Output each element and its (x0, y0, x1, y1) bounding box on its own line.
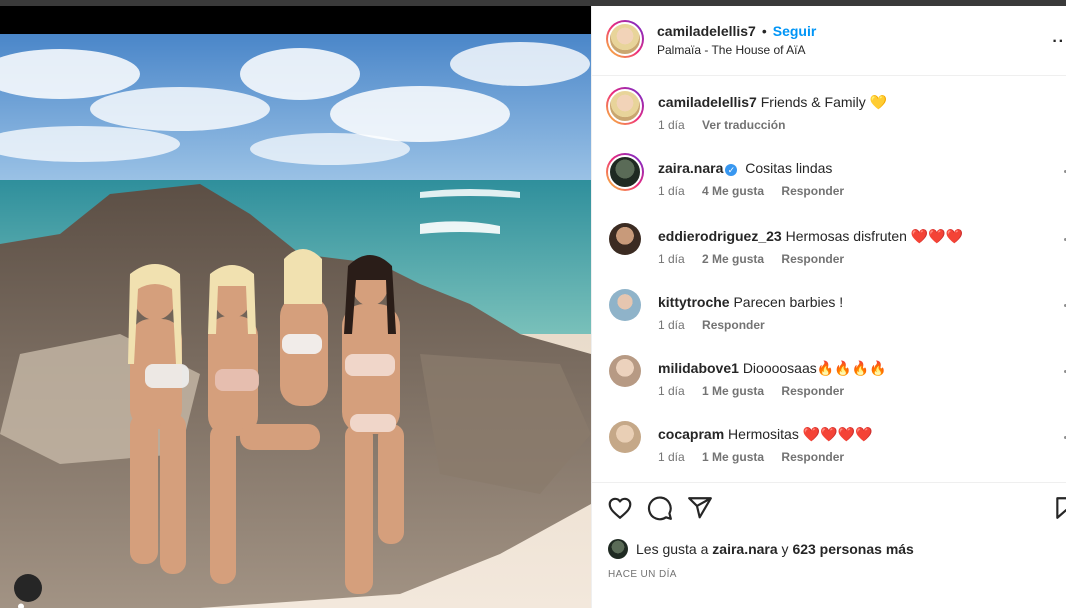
user-icon (18, 603, 24, 608)
likes-prefix: Les gusta a (636, 541, 709, 557)
comment-username[interactable]: kittytroche (658, 294, 730, 310)
post-details-panel: camiladelellis7 • Seguir Palmaïa - The Hou… (591, 6, 1066, 608)
caption-time[interactable]: 1 día (658, 118, 685, 132)
reply-button[interactable]: Responder (781, 450, 844, 464)
like-button[interactable] (607, 495, 635, 523)
comment-time[interactable]: 1 día (658, 252, 685, 266)
comment-item: eddierodriguez_23 Hermosas disfruten ❤️❤… (592, 221, 1066, 277)
comment-likes[interactable]: 4 Me gusta (702, 184, 764, 198)
comment-time[interactable]: 1 día (658, 184, 685, 198)
comment-username[interactable]: milidabove1 (658, 360, 739, 376)
comment-username[interactable]: cocapram (658, 426, 724, 442)
comment-avatar[interactable] (609, 421, 641, 453)
comments-list: camiladelellis7 Friends & Family 💛 1 día… (592, 77, 1066, 481)
comment-item: milidabove1 Dioooosaas🔥🔥🔥🔥 1 día 1 Me gu… (592, 353, 1066, 409)
comment-text: Hermositas (728, 426, 799, 442)
bookmark-icon (1056, 497, 1066, 519)
reply-button[interactable]: Responder (781, 184, 844, 198)
comment-avatar[interactable] (609, 223, 641, 255)
beach-photo-illustration (0, 34, 591, 608)
comment-likes[interactable]: 2 Me gusta (702, 252, 764, 266)
post-photo[interactable] (0, 6, 591, 608)
likes-summary[interactable]: Les gusta a zaira.nara y 623 personas má… (608, 539, 914, 559)
comment-item: kittytroche Parecen barbies ! 1 día Resp… (592, 287, 1066, 343)
comment-emoji: 🔥🔥🔥🔥 (816, 360, 887, 376)
likes-others[interactable]: 623 personas más (792, 541, 913, 557)
comment-likes[interactable]: 1 Me gusta (702, 384, 764, 398)
comment-item: zaira.nara ✓ Cositas lindas 1 día 4 Me gu… (592, 153, 1066, 209)
comment-text: Hermosas disfruten (785, 228, 907, 244)
caption-item: camiladelellis7 Friends & Family 💛 1 día… (592, 87, 1066, 147)
save-button[interactable] (1053, 495, 1066, 523)
follow-button[interactable]: Seguir (773, 23, 817, 39)
share-button[interactable] (687, 495, 715, 523)
comment-username[interactable]: eddierodriguez_23 (658, 228, 782, 244)
comment-avatar[interactable] (606, 153, 644, 191)
comment-emoji: ❤️❤️❤️ (910, 228, 964, 244)
post-location[interactable]: Palmaïa - The House of AïA (657, 43, 806, 57)
comment-emoji: ❤️❤️❤️❤️ (802, 426, 873, 442)
liker-username[interactable]: zaira.nara (712, 541, 777, 557)
header-separator: • (761, 23, 767, 39)
comment-avatar[interactable] (609, 355, 641, 387)
reply-button[interactable]: Responder (781, 252, 844, 266)
comment-avatar[interactable] (609, 289, 641, 321)
post-actions: Les gusta a zaira.nara y 623 personas má… (592, 482, 1066, 608)
liker-avatar (608, 539, 628, 559)
post-header: camiladelellis7 • Seguir Palmaïa - The Hou… (592, 6, 1066, 76)
caption-username[interactable]: camiladelellis7 (658, 94, 757, 110)
comment-likes[interactable]: 1 Me gusta (702, 450, 764, 464)
tagged-users-button[interactable] (14, 574, 42, 608)
reply-button[interactable]: Responder (702, 318, 765, 332)
verified-badge-icon: ✓ (725, 164, 738, 176)
caption-emoji: 💛 (869, 94, 888, 110)
author-username[interactable]: camiladelellis7 (657, 23, 756, 39)
caption-text: Friends & Family (760, 94, 866, 110)
comment-icon (647, 496, 672, 521)
caption-avatar[interactable] (606, 87, 644, 125)
comment-username[interactable]: zaira.nara (658, 160, 723, 176)
comment-item: cocapram Hermositas ❤️❤️❤️❤️ 1 día 1 Me … (592, 419, 1066, 475)
comment-text: Cositas lindas (745, 160, 833, 176)
comment-time[interactable]: 1 día (658, 384, 685, 398)
comment-time[interactable]: 1 día (658, 318, 685, 332)
translate-button[interactable]: Ver traducción (702, 118, 785, 132)
post-timestamp[interactable]: HACE UN DÍA (608, 569, 677, 580)
comment-text: Parecen barbies ! (733, 294, 844, 310)
comment-button[interactable] (647, 495, 675, 523)
reply-button[interactable]: Responder (781, 384, 844, 398)
more-options-icon[interactable]: ·· (1052, 33, 1065, 51)
comment-time[interactable]: 1 día (658, 450, 685, 464)
comment-text: Dioooosaas (742, 360, 817, 376)
send-icon (688, 497, 712, 519)
photo-letterbox (0, 6, 591, 34)
author-avatar[interactable] (606, 20, 644, 58)
heart-icon (608, 497, 632, 519)
likes-conjunction: y (781, 541, 789, 557)
